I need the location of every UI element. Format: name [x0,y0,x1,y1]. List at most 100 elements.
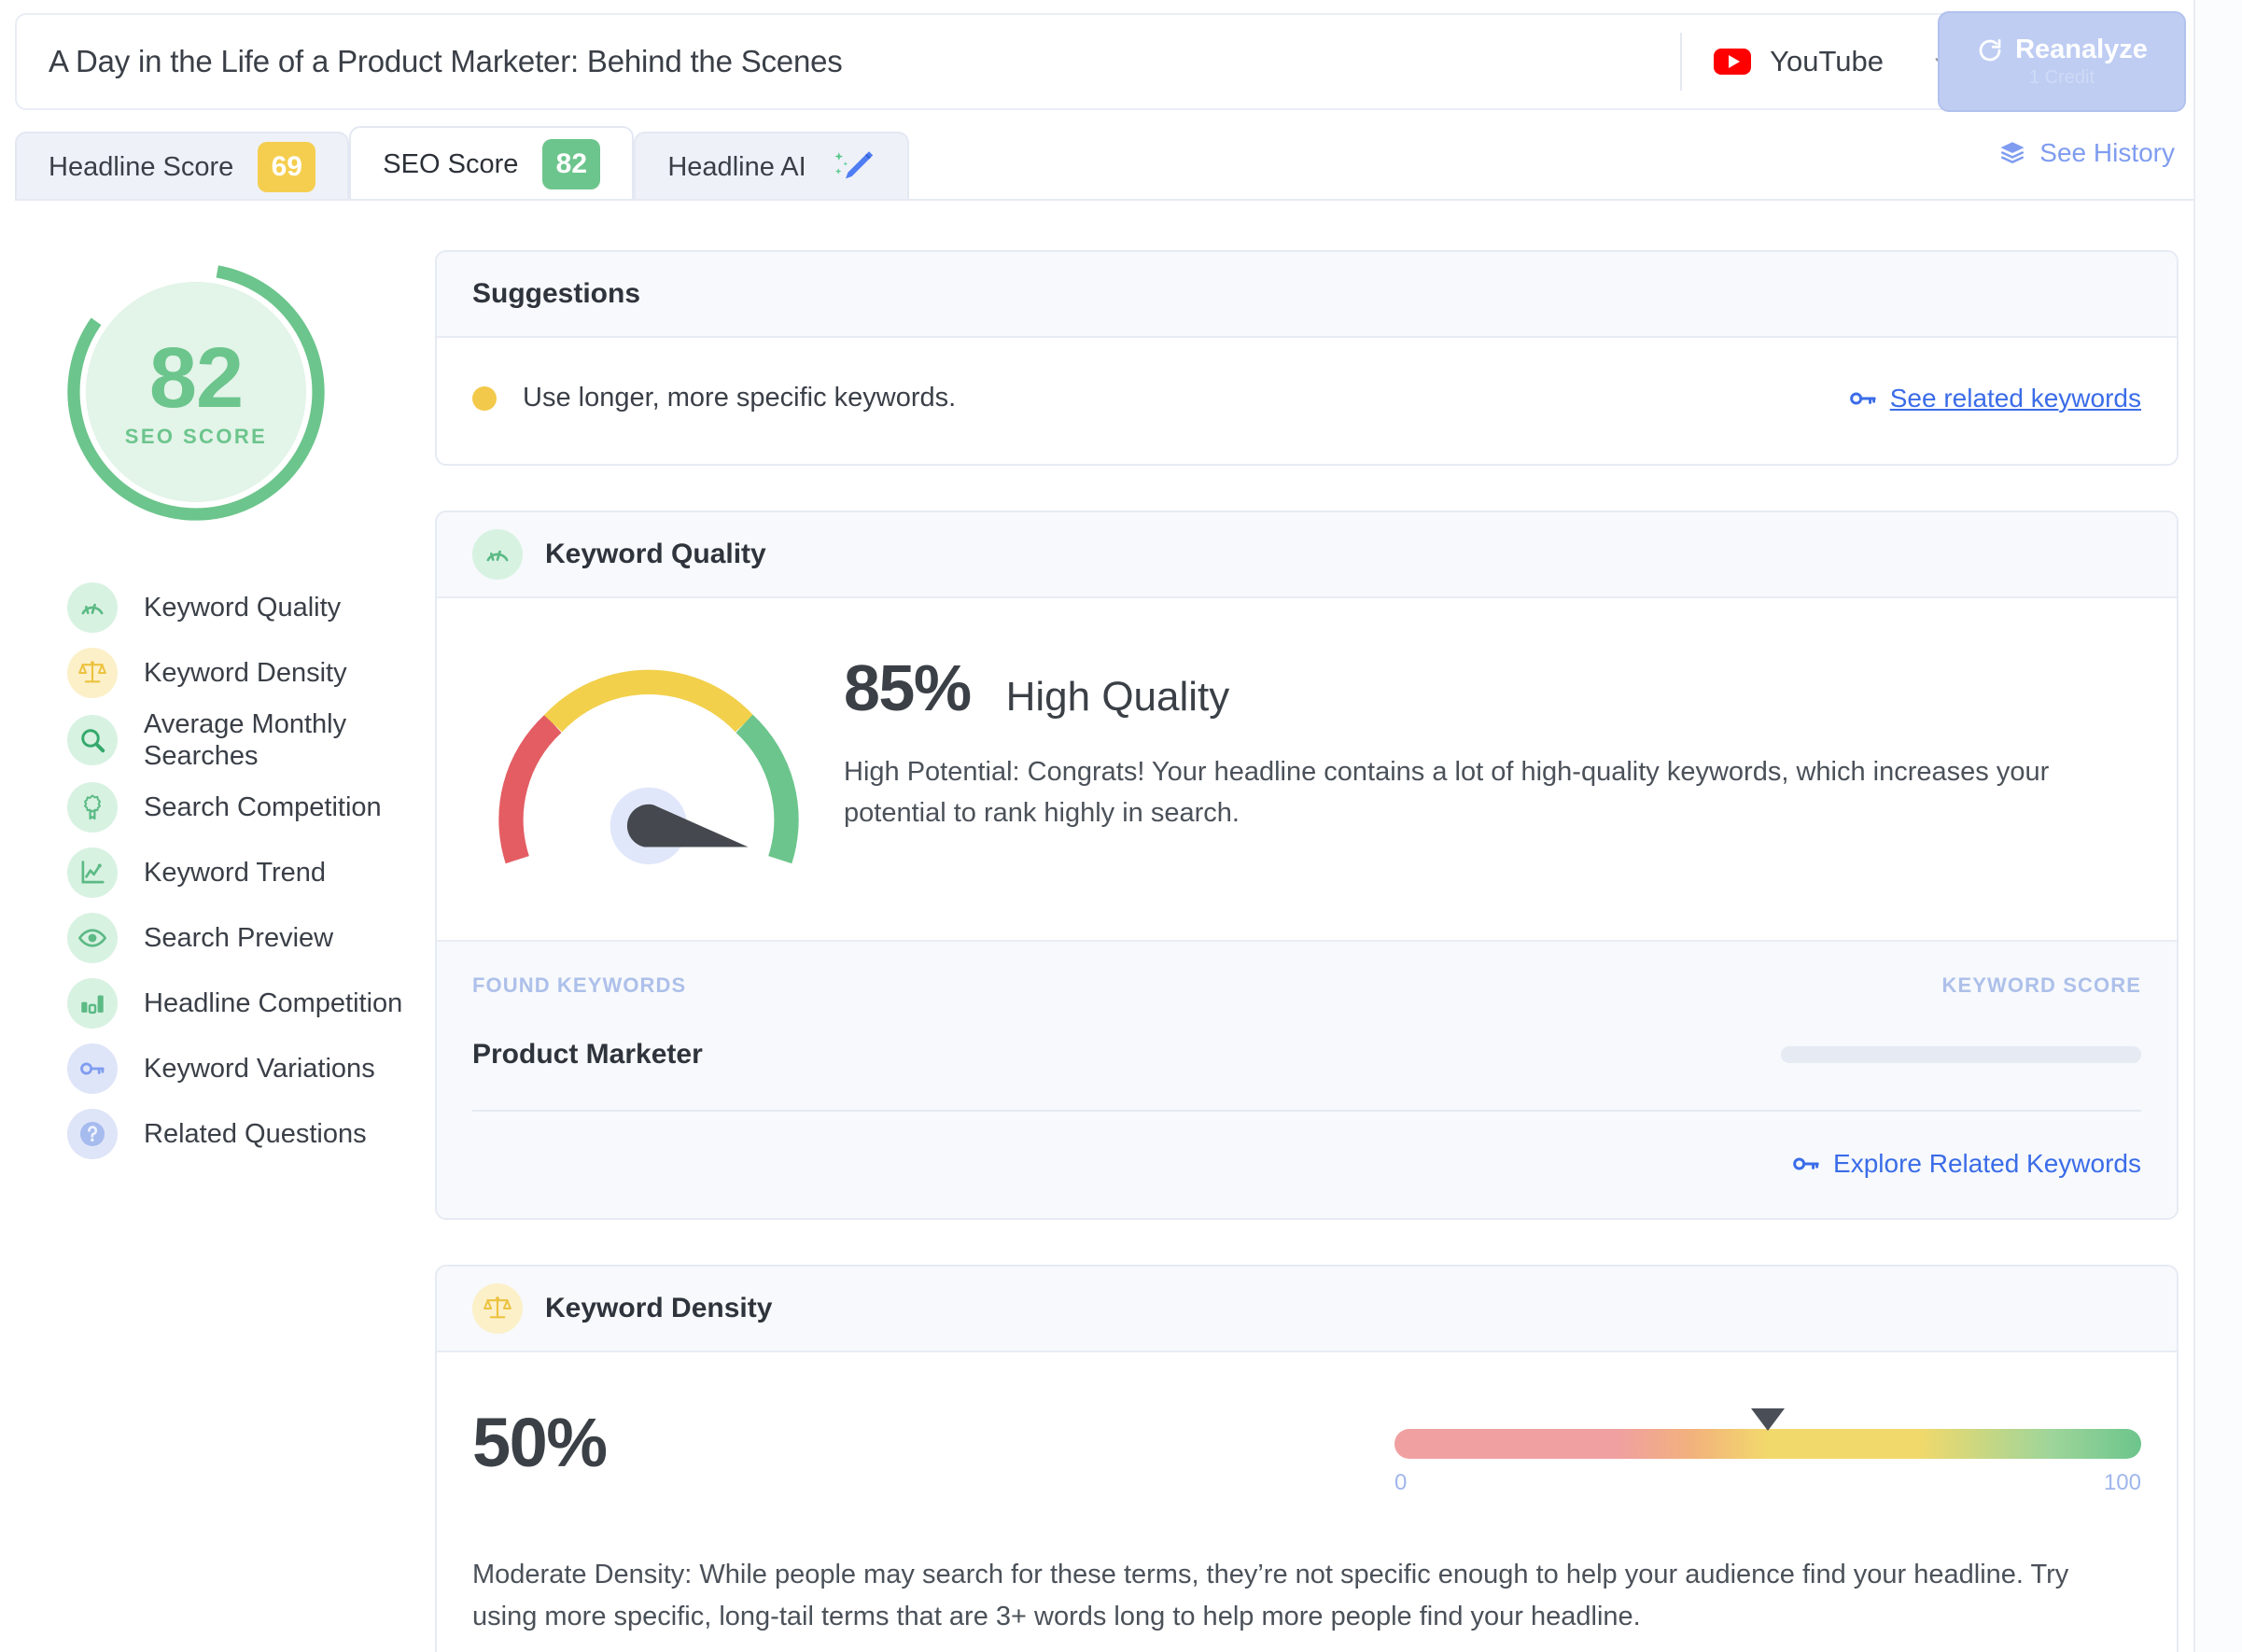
sidebar-item-label: Search Preview [144,923,334,954]
tab-label: Headline Score [49,151,234,182]
main-content: Suggestions Use longer, more specific ke… [435,250,2179,1652]
youtube-icon [1714,49,1752,75]
tab-badge-headline-score: 69 [258,142,316,192]
layers-icon [2000,142,2025,163]
suggestion-text: Use longer, more specific keywords. [523,383,957,413]
sidebar-item-average-monthly-searches[interactable]: Average Monthly Searches [67,706,429,775]
keyword-quality-footer: Explore Related Keywords [472,1110,2141,1218]
question-icon [67,1109,118,1160]
sidebar-item-keyword-quality[interactable]: Keyword Quality [67,575,429,640]
tab-headline-score[interactable]: Headline Score 69 [15,132,350,201]
sidebar-item-related-questions[interactable]: Related Questions [67,1101,429,1167]
magic-pencil-icon [834,151,873,179]
gauge-icon [472,529,523,580]
bar-chart-icon [67,978,118,1029]
explore-related-keywords-link[interactable]: Explore Related Keywords [1792,1149,2141,1179]
status-dot-icon [472,385,497,411]
keyword-density-card: Keyword Density 50% 0 100 Moderate Densi… [435,1265,2179,1652]
keyword-quality-body: 85% High Quality High Potential: Congrat… [437,598,2177,940]
reanalyze-button[interactable]: Reanalyze 1 Credit [1938,11,2186,112]
col-keyword-score: KEYWORD SCORE [1941,973,2141,997]
reanalyze-credit-label: 1 Credit [2028,67,2095,88]
app-root: YouTube Reanalyze 1 Credit Headline Scor… [0,0,2242,1652]
headline-input[interactable] [17,15,1681,108]
keyword-quality-gauge [495,656,803,880]
sidebar: 82 SEO SCORE Keyword Quality Keyword Den… [0,233,429,1167]
keyword-density-header: Keyword Density [437,1267,2177,1352]
sidebar-item-label: Keyword Density [144,657,347,688]
tab-headline-ai[interactable]: Headline AI [634,132,909,201]
sidebar-item-keyword-trend[interactable]: Keyword Trend [67,840,429,905]
refresh-icon [1979,38,2001,61]
scales-icon [67,648,118,698]
scales-icon [472,1283,523,1334]
tab-seo-score[interactable]: SEO Score 82 [349,126,635,201]
keyword-density-description: Moderate Density: While people may searc… [472,1560,2069,1631]
sidebar-item-label: Headline Competition [144,988,403,1019]
key-icon [67,1043,118,1095]
gauge-chart [498,669,799,865]
keyword-density-percent: 50% [472,1404,608,1481]
sidebar-item-label: Keyword Variations [144,1054,375,1085]
headline-bar: YouTube [15,13,1979,110]
keyword-quality-description: High Potential: Congrats! Your headline … [844,757,2050,829]
keyword-density-body: 50% 0 100 Moderate Density: While people… [437,1352,2177,1652]
keyword-quality-label: High Quality [1005,674,1230,720]
source-label: YouTube [1770,45,1884,77]
line-chart-icon [67,847,118,899]
source-select[interactable]: YouTube [1680,33,1977,91]
density-gradient-track [1394,1429,2141,1459]
keyword-quality-headline: 85% High Quality [844,651,2141,725]
keyword-quality-info: 85% High Quality High Potential: Congrat… [803,651,2141,833]
sidebar-item-label: Related Questions [144,1119,367,1150]
reanalyze-top-row: Reanalyze [1976,35,2148,65]
see-history-link[interactable]: See History [1998,138,2175,168]
suggestions-header: Suggestions [437,252,2177,338]
keyword-density-title: Keyword Density [545,1293,773,1323]
seo-score-number: 82 [148,330,244,426]
suggestions-card: Suggestions Use longer, more specific ke… [435,250,2179,466]
keyword-score-track [1781,1046,2141,1063]
sidebar-item-search-preview[interactable]: Search Preview [67,905,429,971]
seo-score-value-group: 82 SEO SCORE [62,258,330,526]
sidebar-item-label: Search Competition [144,792,382,823]
see-related-keywords-label: See related keywords [1889,383,2141,413]
table-row: Product Marketer [472,1039,2141,1110]
search-icon [67,715,118,766]
density-scale: 0 100 [1394,1470,2141,1496]
sidebar-item-label: Keyword Trend [144,858,327,889]
density-scale-min: 0 [1394,1470,1408,1495]
suggestion-row: Use longer, more specific keywords. See … [437,338,2177,464]
density-marker-icon [1751,1408,1785,1431]
found-keywords-header-row: FOUND KEYWORDS KEYWORD SCORE [472,973,2141,998]
sidebar-item-search-competition[interactable]: Search Competition [67,775,429,840]
keyword-quality-title: Keyword Quality [545,539,766,569]
suggestions-title: Suggestions [472,278,641,309]
sidebar-item-label: Keyword Quality [144,592,342,623]
keyword-density-meter: 0 100 [1394,1408,2141,1496]
see-history-label: See History [2039,138,2175,167]
reanalyze-label: Reanalyze [2015,35,2148,64]
tab-underline [15,199,2193,201]
see-related-keywords-link[interactable]: See related keywords [1849,384,2141,413]
ribbon-icon [67,782,118,833]
sidebar-item-label: Average Monthly Searches [144,709,347,772]
keyword-quality-header: Keyword Quality [437,512,2177,598]
key-icon [1849,392,1876,404]
sidebar-nav: Keyword Quality Keyword Density Average … [67,575,429,1167]
tab-bar: Headline Score 69 SEO Score 82 Headline … [15,126,909,201]
eye-icon [67,913,118,964]
sidebar-item-headline-competition[interactable]: Headline Competition [67,971,429,1036]
sidebar-item-keyword-density[interactable]: Keyword Density [67,640,429,706]
keyword-quality-card: Keyword Quality 85% High Quality High Po… [435,511,2179,1220]
key-icon [1793,1157,1819,1170]
keyword-density-top: 50% 0 100 [472,1408,2141,1496]
tab-label: SEO Score [383,148,519,179]
seo-score-ring: 82 SEO SCORE [62,258,330,526]
right-scroll-rail[interactable] [2193,0,2242,1652]
seo-score-caption: SEO SCORE [124,425,268,448]
keyword-name: Product Marketer [472,1039,703,1070]
found-keywords-table: FOUND KEYWORDS KEYWORD SCORE Product Mar… [437,940,2177,1218]
sidebar-item-keyword-variations[interactable]: Keyword Variations [67,1036,429,1101]
keyword-quality-percent: 85% [844,651,972,724]
